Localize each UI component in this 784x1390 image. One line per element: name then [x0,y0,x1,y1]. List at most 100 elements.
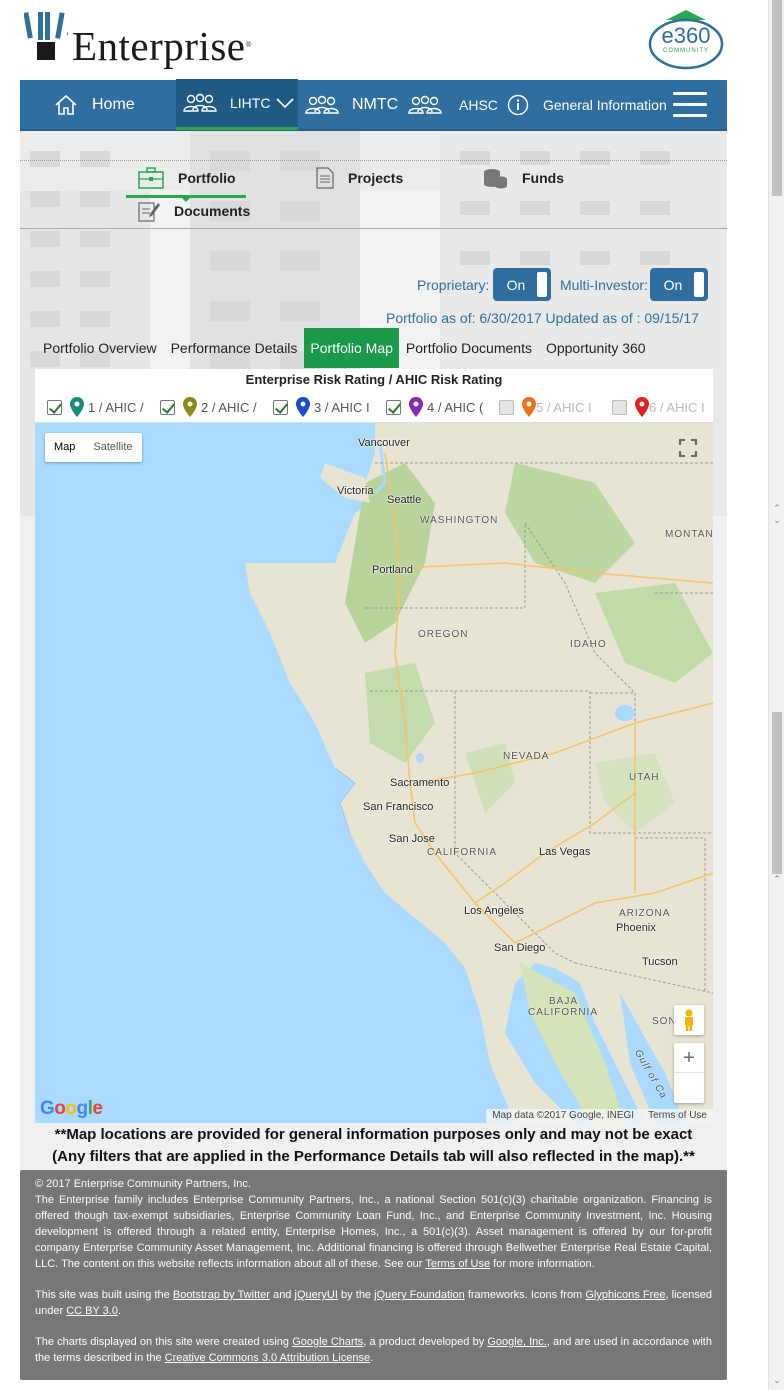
terms-of-use-link[interactable]: Terms of Use [425,1258,490,1270]
page-scrollbar[interactable]: ⌃ ⌄ ⌃ ⌄ [768,0,784,1390]
legend-item-2[interactable]: 2 / AHIC / [160,397,257,417]
tab-portfolio-map[interactable]: Portfolio Map [304,328,399,368]
map-type-satellite-button[interactable]: Satellite [84,433,141,462]
legend-label: 2 / AHIC / [201,399,257,415]
multi-investor-toggle-label: On [663,277,683,293]
bootstrap-link[interactable]: Bootstrap by Twitter [173,1289,270,1301]
svg-text:e360: e360 [662,23,711,48]
scroll-up-arrow-icon[interactable]: ⌃ [772,503,782,513]
legend-checkbox[interactable] [160,399,175,415]
tab-portfolio-overview[interactable]: Portfolio Overview [36,328,164,368]
legend-checkbox[interactable] [612,399,627,415]
subtab-portfolio-label: Portfolio [178,170,236,186]
footer-paragraph: The Enterprise family includes Enterpris… [35,1194,712,1270]
nav-home[interactable]: Home [54,79,176,130]
people-icon [408,95,442,114]
nav-nmtc-label: NMTC [352,95,399,113]
map-city-label: Vancouver [358,437,410,449]
map-terms-link[interactable]: Terms of Use [648,1109,707,1123]
map-attribution: Map data ©2017 Google, INEGI Terms of Us… [486,1109,713,1123]
nav-nmtc[interactable]: NMTC [298,79,403,130]
map-legend: 1 / AHIC / 2 / AHIC / 3 / AHIC I 4 / AHI… [35,391,713,423]
jquery-foundation-link[interactable]: jQuery Foundation [374,1289,465,1301]
chevron-down-icon [276,98,295,109]
legend-checkbox[interactable] [499,399,514,415]
jqueryui-link[interactable]: jQueryUI [295,1289,338,1301]
main-nav: Home LIHTC NMTC AHSC General Information [20,79,727,131]
footer: © 2017 Enterprise Community Partners, In… [20,1170,727,1380]
scroll-up-arrow-icon[interactable]: ⌃ [772,874,782,884]
legend-item-5[interactable]: 5 / AHIC I [499,397,592,417]
coins-icon [484,169,507,189]
legend-item-3[interactable]: 3 / AHIC I [273,397,370,417]
subtab-projects[interactable]: Projects [316,167,403,189]
zoom-in-button[interactable]: + [674,1043,704,1073]
legend-item-4[interactable]: 4 / AHIC ( [386,397,483,417]
google-inc-link[interactable]: Google, Inc. [487,1336,546,1348]
e360-logo[interactable]: e360 COMMUNITY [646,8,726,70]
zoom-out-button[interactable] [674,1073,704,1103]
map-data-attribution: Map data ©2017 Google, INEGI [492,1110,635,1121]
map-state-label: CALIFORNIA [528,1007,599,1018]
map-disclaimer: **Map locations are provided for general… [20,1124,727,1168]
scrollbar-thumb[interactable] [772,712,782,874]
proprietary-toggle-label: On [506,277,526,293]
map-disclaimer-line2: (Any filters that are applied in the Per… [52,1148,695,1165]
google-logo: Google [40,1098,103,1119]
legend-label: 5 / AHIC I [536,399,592,415]
map-panel-title: Enterprise Risk Rating / AHIC Risk Ratin… [35,369,713,391]
map-type-map-button[interactable]: Map [45,433,84,462]
legend-checkbox[interactable] [386,399,401,415]
legend-label: 4 / AHIC ( [427,399,484,415]
map-city-label: San Jose [389,833,435,845]
glyphicons-link[interactable]: Glyphicons Free [585,1289,665,1301]
map-state-label: BAJA [549,996,579,1007]
fullscreen-icon[interactable] [673,433,703,463]
nav-ahsc[interactable]: AHSC [403,79,503,130]
cc-by-link[interactable]: CC BY 3.0 [66,1305,118,1317]
legend-label: 1 / AHIC / [88,399,144,415]
map-state-label: WASHINGTON [420,515,499,526]
map-marker-icon [183,397,197,417]
scroll-down-arrow-icon[interactable]: ⌄ [772,1375,782,1385]
map-state-label: IDAHO [570,639,607,650]
multi-investor-toggle[interactable]: On [650,268,708,301]
creative-commons-link[interactable]: Creative Commons 3.0 Attribution License [165,1352,370,1364]
subtab-funds[interactable]: Funds [482,167,564,189]
footer-paragraph: The charts displayed on this site were c… [35,1336,712,1364]
sunburst-icon [9,12,79,60]
legend-checkbox[interactable] [47,399,62,415]
map-state-label: ARIZONA [619,908,671,919]
toggle-row: Proprietary: On Multi-Investor: On [0,268,784,302]
subtab-documents[interactable]: Documents [138,200,250,222]
map-state-label: SON [652,1016,677,1027]
hamburger-menu-icon[interactable] [673,92,707,118]
google-map[interactable]: Vancouver Victoria Seattle Portland Sacr… [35,423,713,1123]
map-city-label: Los Angeles [464,905,524,917]
map-city-label: Las Vegas [539,846,591,858]
scrollbar-thumb[interactable] [772,0,782,196]
legend-item-1[interactable]: 1 / AHIC / [47,397,144,417]
scroll-down-arrow-icon[interactable]: ⌄ [772,515,782,525]
legend-checkbox[interactable] [273,399,288,415]
legend-label: 3 / AHIC I [314,399,370,415]
tab-performance-details[interactable]: Performance Details [164,328,305,368]
tab-portfolio-documents[interactable]: Portfolio Documents [399,328,539,368]
main-tabs: Portfolio Overview Performance Details P… [36,328,653,368]
map-disclaimer-line1: **Map locations are provided for general… [54,1126,693,1143]
edit-icon [138,202,160,222]
enterprise-logo[interactable]: Enterprise® [9,12,252,74]
google-charts-link[interactable]: Google Charts [292,1336,363,1348]
document-icon [316,167,334,189]
footer-copyright: © 2017 Enterprise Community Partners, In… [35,1178,251,1190]
nav-lihtc[interactable]: LIHTC [176,79,298,130]
legend-item-6[interactable]: 6 / AHIC I [612,397,705,417]
proprietary-toggle[interactable]: On [493,268,551,301]
subtab-portfolio[interactable]: Portfolio [138,167,236,189]
divider [20,228,727,229]
street-view-pegman-icon[interactable] [674,1005,704,1035]
nav-general-information[interactable]: General Information [503,79,667,130]
map-state-label: NEVADA [503,751,550,762]
tab-opportunity-360[interactable]: Opportunity 360 [539,328,653,368]
subtab-funds-label: Funds [522,170,564,186]
